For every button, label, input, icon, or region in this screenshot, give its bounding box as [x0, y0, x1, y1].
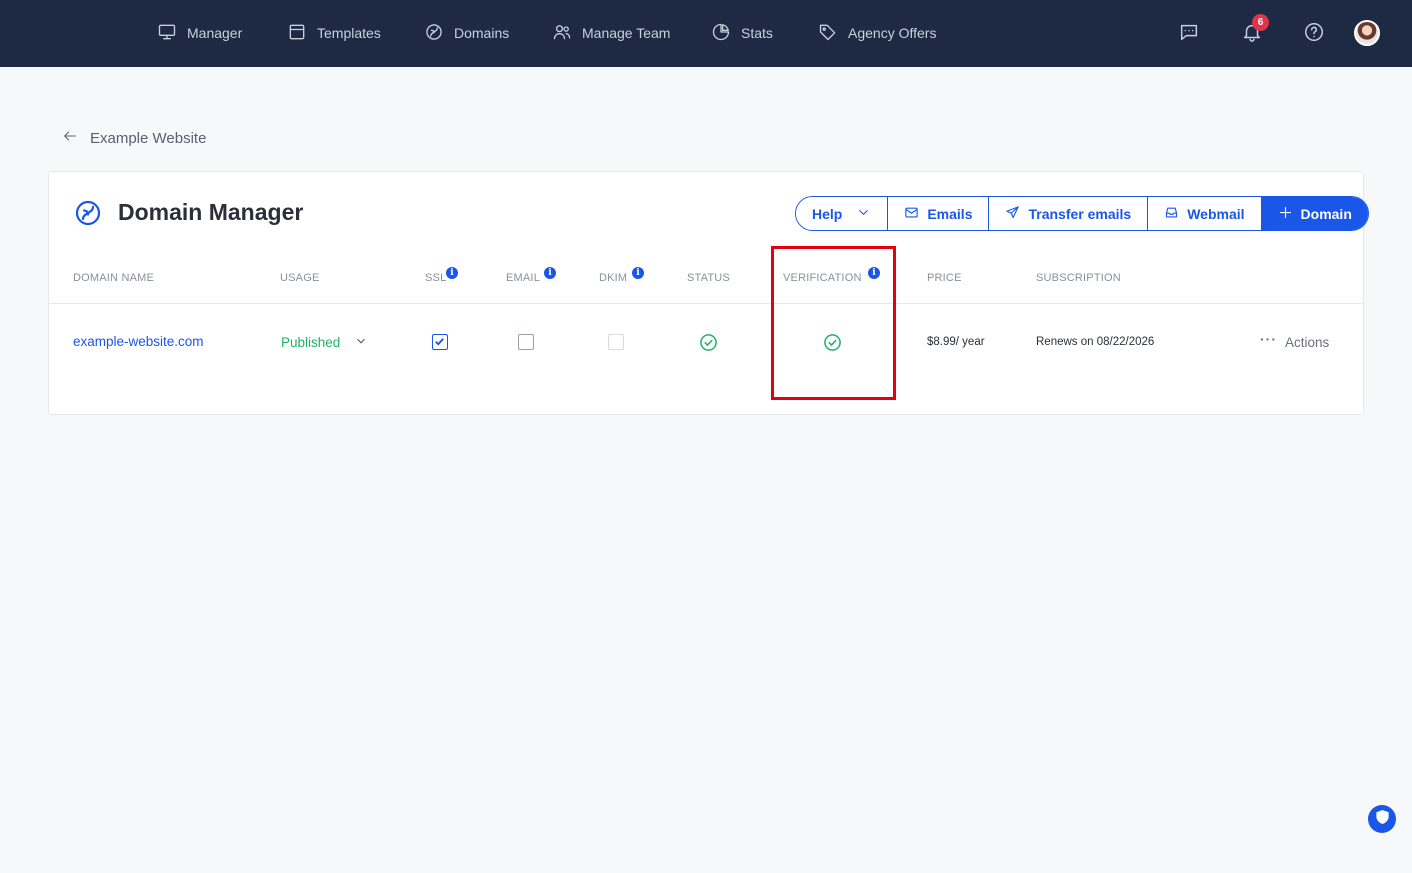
notification-badge: 6: [1252, 14, 1269, 31]
domains-icon: [424, 22, 444, 45]
nav-item-stats[interactable]: Stats: [711, 20, 773, 46]
tag-icon: [818, 22, 838, 45]
chevron-down-icon: [856, 205, 871, 223]
add-domain-button[interactable]: Domain: [1261, 197, 1368, 230]
domain-name-link[interactable]: example-website.com: [73, 334, 204, 349]
arrow-left-icon: [62, 128, 78, 148]
column-header-email: EMAIL: [506, 272, 541, 284]
emails-button-label: Emails: [927, 205, 973, 222]
nav-item-label: Manager: [187, 25, 243, 41]
monitor-icon: [157, 22, 177, 45]
column-header-domain-name: DOMAIN NAME: [73, 272, 155, 284]
column-header-subscription: SUBSCRIPTION: [1036, 272, 1121, 284]
add-domain-button-label: Domain: [1300, 205, 1352, 222]
nav-item-label: Agency Offers: [848, 25, 937, 41]
usage-dropdown[interactable]: Published: [281, 334, 368, 351]
chevron-down-icon: [354, 334, 368, 351]
domains-icon: [74, 199, 102, 227]
webmail-button[interactable]: Webmail: [1148, 197, 1262, 230]
nav-item-templates[interactable]: Templates: [287, 20, 381, 46]
nav-item-domains[interactable]: Domains: [424, 20, 509, 46]
verification-highlight-box: [771, 246, 896, 400]
subscription-value: Renews on 08/22/2026: [1036, 336, 1155, 348]
help-button-label: Help: [812, 205, 843, 222]
shield-icon: [1375, 809, 1389, 829]
webmail-button-label: Webmail: [1187, 205, 1245, 222]
status-check-icon: [699, 333, 718, 352]
email-checkbox[interactable]: [518, 334, 534, 350]
nav-item-label: Stats: [741, 25, 773, 41]
column-header-ssl: SSL: [425, 272, 447, 284]
help-icon[interactable]: [1303, 21, 1327, 45]
ssl-checkbox[interactable]: [432, 334, 448, 350]
plus-icon: [1278, 205, 1293, 223]
table-divider: [49, 303, 1363, 304]
nav-item-label: Templates: [317, 25, 381, 41]
transfer-button-label: Transfer emails: [1028, 205, 1132, 222]
column-header-dkim: DKIM: [599, 272, 628, 284]
back-link-label: Example Website: [90, 129, 207, 147]
nav-item-label: Manage Team: [582, 25, 671, 41]
price-value: $8.99/ year: [927, 336, 985, 348]
team-icon: [552, 22, 572, 45]
template-icon: [287, 22, 307, 45]
actions-menu[interactable]: ··· Actions: [1260, 331, 1330, 350]
top-navbar: Manager Templates Domains Manage Team St…: [0, 0, 1412, 67]
inbox-icon: [1164, 205, 1179, 223]
ssl-info-icon[interactable]: i: [446, 267, 458, 279]
more-icon: ···: [1260, 331, 1277, 347]
privacy-shield-button[interactable]: [1368, 805, 1396, 833]
send-icon: [1005, 205, 1020, 223]
nav-item-manager[interactable]: Manager: [157, 20, 242, 46]
chat-icon[interactable]: [1178, 21, 1202, 45]
dkim-checkbox: [608, 334, 624, 350]
actions-label: Actions: [1285, 334, 1330, 350]
nav-item-agency-offers[interactable]: Agency Offers: [818, 20, 936, 46]
avatar[interactable]: [1354, 20, 1380, 46]
nav-item-label: Domains: [454, 25, 510, 41]
pie-chart-icon: [711, 22, 731, 45]
page-title: Domain Manager: [118, 199, 304, 225]
help-dropdown-button[interactable]: Help: [796, 197, 889, 230]
nav-item-manage-team[interactable]: Manage Team: [552, 20, 670, 46]
column-header-status: STATUS: [687, 272, 730, 284]
toolbar: Help Emails Transfer emails Webmail Doma…: [795, 196, 1369, 231]
email-info-icon[interactable]: i: [544, 267, 556, 279]
column-header-usage: USAGE: [280, 272, 320, 284]
emails-button[interactable]: Emails: [888, 197, 990, 230]
column-header-price: PRICE: [927, 272, 962, 284]
back-link[interactable]: Example Website: [62, 128, 206, 148]
usage-value: Published: [281, 335, 341, 350]
transfer-emails-button[interactable]: Transfer emails: [989, 197, 1149, 230]
dkim-info-icon[interactable]: i: [632, 267, 644, 279]
mail-icon: [904, 205, 919, 223]
